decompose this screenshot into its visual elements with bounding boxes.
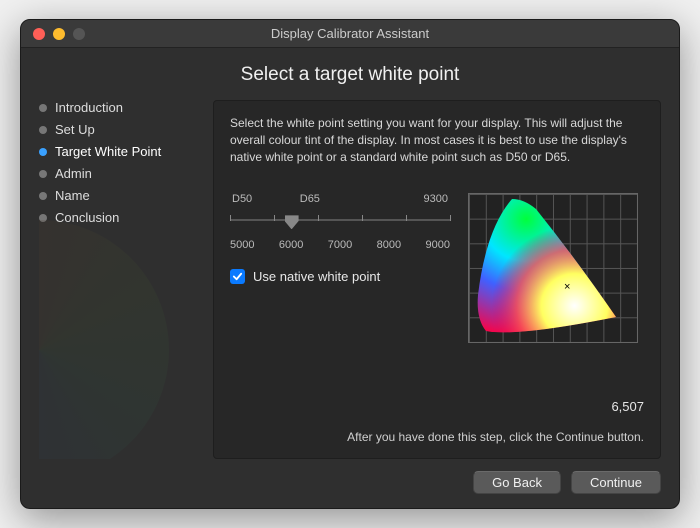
slider-scale-7000: 7000 [328, 239, 352, 251]
slider-tick [274, 215, 275, 221]
window-controls [21, 28, 85, 40]
sidebar-item-target-white-point[interactable]: Target White Point [39, 144, 199, 159]
slider-thumb[interactable] [285, 215, 299, 229]
panel-hint: After you have done this step, click the… [230, 430, 644, 444]
slider-label-9300: 9300 [424, 193, 448, 205]
color-wheel-decoration [39, 220, 169, 459]
sidebar-item-label: Target White Point [55, 144, 161, 159]
bullet-icon [39, 104, 47, 112]
zoom-icon [73, 28, 85, 40]
slider-scale-6000: 6000 [279, 239, 303, 251]
minimize-icon[interactable] [53, 28, 65, 40]
close-icon[interactable] [33, 28, 45, 40]
sidebar-item-label: Admin [55, 166, 92, 181]
white-point-value: 6,507 [611, 399, 644, 414]
sidebar-item-name[interactable]: Name [39, 188, 199, 203]
bullet-icon [39, 192, 47, 200]
slider-tick [362, 215, 363, 221]
panel-description: Select the white point setting you want … [230, 115, 644, 165]
white-point-marker: × [564, 281, 570, 293]
slider-tick [406, 215, 407, 221]
sidebar-item-label: Name [55, 188, 90, 203]
sidebar: Introduction Set Up Target White Point A… [39, 100, 199, 459]
native-white-point-checkbox[interactable] [230, 269, 245, 284]
slider-label-d65: D65 [300, 193, 320, 205]
native-white-point-label: Use native white point [253, 269, 380, 284]
slider-tick [230, 215, 231, 221]
window-title: Display Calibrator Assistant [21, 26, 679, 41]
footer: Go Back Continue [39, 459, 661, 494]
bullet-icon [39, 170, 47, 178]
slider-track [230, 219, 450, 221]
slider-label-d50: D50 [232, 193, 252, 205]
white-point-slider[interactable] [230, 211, 450, 229]
white-point-slider-block: D50 D65 9300 [230, 193, 450, 284]
slider-scale-5000: 5000 [230, 239, 254, 251]
sidebar-item-setup[interactable]: Set Up [39, 122, 199, 137]
control-area: D50 D65 9300 [230, 193, 644, 343]
titlebar: Display Calibrator Assistant [21, 20, 679, 48]
window-body: Select a target white point Introduction… [21, 48, 679, 508]
continue-button[interactable]: Continue [571, 471, 661, 494]
page-title: Select a target white point [39, 64, 661, 86]
sidebar-item-label: Set Up [55, 122, 95, 137]
gamut-triangle-icon [476, 199, 626, 337]
slider-tick [318, 215, 319, 221]
sidebar-item-label: Introduction [55, 100, 123, 115]
content-columns: Introduction Set Up Target White Point A… [39, 100, 661, 459]
bullet-icon [39, 148, 47, 156]
gamut-diagram: × [468, 193, 638, 343]
main-panel: Select the white point setting you want … [213, 100, 661, 459]
check-icon [232, 271, 243, 282]
native-white-point-row: Use native white point [230, 269, 450, 284]
slider-top-labels: D50 D65 9300 [230, 193, 450, 205]
slider-bottom-labels: 5000 6000 7000 8000 9000 [230, 239, 450, 251]
sidebar-item-admin[interactable]: Admin [39, 166, 199, 181]
slider-scale-8000: 8000 [377, 239, 401, 251]
slider-tick [450, 215, 451, 221]
slider-scale-9000: 9000 [426, 239, 450, 251]
step-list: Introduction Set Up Target White Point A… [39, 100, 199, 225]
bullet-icon [39, 126, 47, 134]
sidebar-item-introduction[interactable]: Introduction [39, 100, 199, 115]
app-window: Display Calibrator Assistant Select a ta… [20, 19, 680, 509]
go-back-button[interactable]: Go Back [473, 471, 561, 494]
